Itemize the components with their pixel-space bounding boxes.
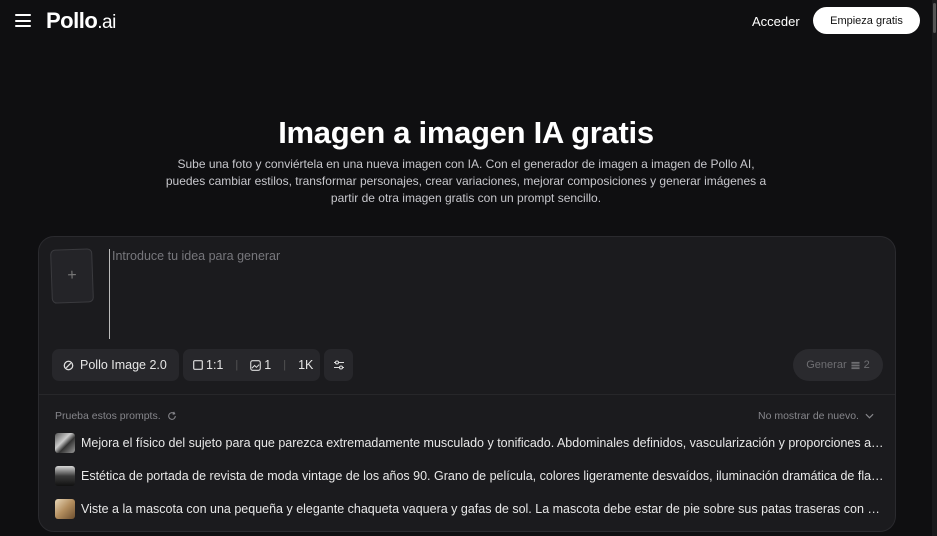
top-navbar: Pollo.ai Acceder Empieza gratis bbox=[0, 0, 937, 42]
model-icon bbox=[63, 360, 74, 370]
settings-sliders-icon bbox=[333, 360, 344, 370]
prompt-input[interactable] bbox=[109, 249, 869, 339]
start-free-button[interactable]: Empieza gratis bbox=[813, 7, 920, 34]
logo-suffix: .ai bbox=[97, 12, 116, 33]
image-options-selector[interactable]: 1:1 | 1 | 1K bbox=[183, 349, 320, 381]
logo-main: Pollo bbox=[46, 8, 98, 33]
generator-toolbar: Pollo Image 2.0 1:1 | 1 | 1K bbox=[52, 349, 353, 381]
model-selector[interactable]: Pollo Image 2.0 bbox=[52, 349, 179, 381]
generate-label: Generar bbox=[806, 359, 847, 371]
generate-cost: 2 bbox=[863, 359, 870, 371]
dont-show-again-button[interactable]: No mostrar de nuevo. bbox=[758, 410, 874, 422]
image-count-icon bbox=[250, 359, 262, 371]
option-separator: | bbox=[283, 359, 287, 371]
aspect-ratio-icon bbox=[193, 360, 203, 370]
image-count-value: 1 bbox=[264, 358, 272, 372]
image-count-option[interactable]: 1 bbox=[250, 358, 271, 372]
suggested-prompts-label: Prueba estos prompts. bbox=[55, 410, 177, 422]
generate-button[interactable]: Generar 2 bbox=[793, 349, 883, 381]
prompt-thumbnail bbox=[55, 466, 75, 486]
advanced-settings-button[interactable] bbox=[324, 349, 353, 381]
page-subtitle: Sube una foto y conviértela en una nueva… bbox=[165, 157, 767, 205]
suggested-prompts-text: Prueba estos prompts. bbox=[55, 410, 161, 422]
resolution-value[interactable]: 1K bbox=[298, 358, 313, 372]
suggested-prompt-item[interactable]: Mejora el físico del sujeto para que par… bbox=[55, 432, 885, 454]
panel-divider bbox=[39, 394, 895, 395]
prompt-thumbnail bbox=[55, 499, 75, 519]
aspect-ratio-option[interactable]: 1:1 bbox=[193, 358, 223, 372]
option-separator: | bbox=[235, 359, 239, 371]
refresh-icon[interactable] bbox=[167, 411, 177, 421]
suggested-prompt-text: Estética de portada de revista de moda v… bbox=[81, 469, 885, 483]
menu-icon[interactable] bbox=[15, 14, 31, 27]
suggested-prompt-item[interactable]: Viste a la mascota con una pequeña y ele… bbox=[55, 498, 885, 520]
suggested-prompt-text: Viste a la mascota con una pequeña y ele… bbox=[81, 502, 885, 516]
logo[interactable]: Pollo.ai bbox=[46, 8, 116, 34]
image-upload-button[interactable]: + bbox=[50, 248, 94, 304]
suggested-prompt-text: Mejora el físico del sujeto para que par… bbox=[81, 436, 885, 450]
login-link[interactable]: Acceder bbox=[752, 14, 800, 29]
suggested-prompt-item[interactable]: Estética de portada de revista de moda v… bbox=[55, 465, 885, 487]
prompt-thumbnail bbox=[55, 433, 75, 453]
scrollbar-thumb[interactable] bbox=[933, 3, 936, 33]
dont-show-again-label: No mostrar de nuevo. bbox=[758, 410, 859, 422]
model-label: Pollo Image 2.0 bbox=[80, 358, 167, 372]
aspect-ratio-value: 1:1 bbox=[206, 358, 224, 372]
chevron-down-icon bbox=[865, 413, 874, 419]
page-title: Imagen a imagen IA gratis bbox=[278, 115, 654, 150]
page-scrollbar[interactable] bbox=[932, 0, 937, 536]
credits-icon bbox=[851, 361, 860, 369]
generator-panel: + Pollo Image 2.0 1:1 | 1 | 1K Generar 2 bbox=[38, 236, 896, 532]
